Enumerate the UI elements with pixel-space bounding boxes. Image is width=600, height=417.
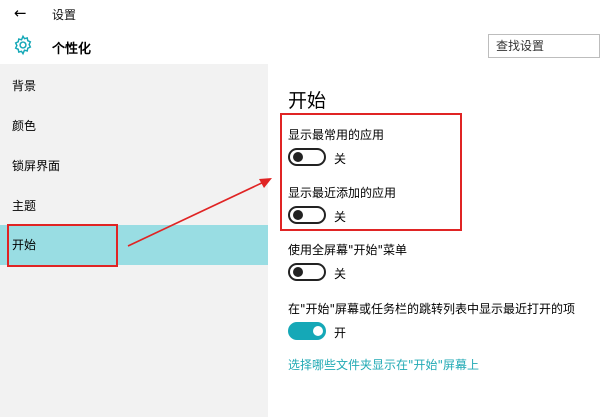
sidebar-item-label: 锁屏界面 — [12, 159, 61, 173]
search-input[interactable] — [489, 35, 599, 57]
settings-header: 个性化 — [0, 28, 600, 64]
sidebar-item-label: 颜色 — [12, 119, 37, 133]
toggle-state-label: 关 — [334, 267, 347, 281]
page-section-title: 个性化 — [52, 42, 92, 57]
gear-icon — [14, 34, 32, 56]
setting-label-jump-list: 在"开始"屏幕或任务栏的跳转列表中显示最近打开的项 — [288, 302, 576, 316]
sidebar-item-label: 主题 — [12, 199, 37, 213]
sidebar-item-label: 背景 — [12, 79, 37, 93]
choose-folders-link[interactable]: 选择哪些文件夹显示在"开始"屏幕上 — [288, 356, 479, 373]
sidebar-item-lock-screen[interactable]: 锁屏界面 — [0, 148, 268, 184]
back-arrow-icon[interactable]: ← — [14, 4, 27, 22]
toggle-fullscreen-start[interactable] — [288, 263, 326, 281]
highlight-box-start-item — [7, 224, 118, 267]
search-box[interactable] — [488, 34, 600, 58]
setting-label-fullscreen-start: 使用全屏幕"开始"菜单 — [288, 243, 408, 257]
highlight-box-settings — [280, 113, 462, 231]
toggle-jump-list-recent[interactable] — [288, 322, 326, 340]
sidebar-item-colors[interactable]: 颜色 — [0, 108, 268, 144]
sidebar-item-background[interactable]: 背景 — [0, 68, 268, 104]
toggle-knob — [313, 326, 323, 336]
page-heading: 开始 — [288, 90, 327, 112]
toggle-state-label: 开 — [334, 326, 347, 340]
toggle-knob — [293, 267, 303, 277]
window-title: 设置 — [52, 8, 77, 22]
sidebar-item-themes[interactable]: 主题 — [0, 188, 268, 224]
title-bar: ← 设置 — [0, 0, 600, 28]
